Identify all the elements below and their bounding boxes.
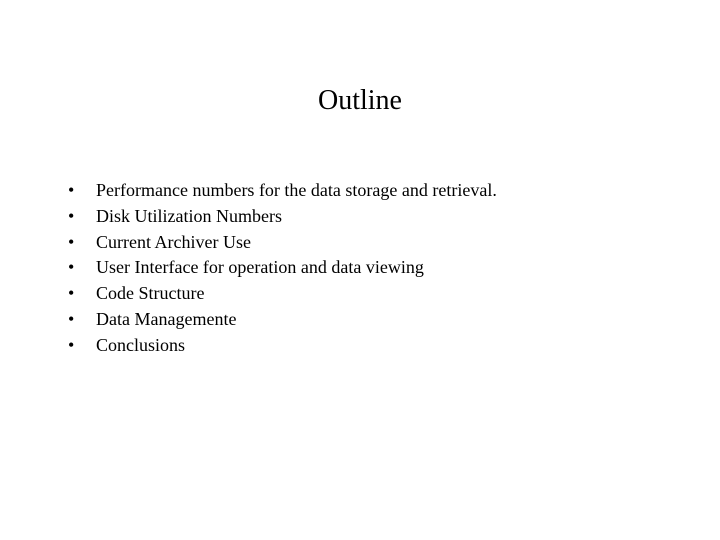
bullet-icon: • <box>68 256 96 280</box>
list-item: • Performance numbers for the data stora… <box>68 179 720 203</box>
list-item-text: Performance numbers for the data storage… <box>96 179 720 203</box>
list-item: • Code Structure <box>68 282 720 306</box>
list-item-text: Current Archiver Use <box>96 231 720 255</box>
bullet-icon: • <box>68 282 96 306</box>
list-item: • Disk Utilization Numbers <box>68 205 720 229</box>
list-item-text: User Interface for operation and data vi… <box>96 256 720 280</box>
list-item-text: Data Managemente <box>96 308 720 332</box>
list-item: • Data Managemente <box>68 308 720 332</box>
outline-list: • Performance numbers for the data stora… <box>0 179 720 357</box>
list-item: • Conclusions <box>68 334 720 358</box>
list-item-text: Conclusions <box>96 334 720 358</box>
list-item: • User Interface for operation and data … <box>68 256 720 280</box>
bullet-icon: • <box>68 334 96 358</box>
bullet-icon: • <box>68 179 96 203</box>
slide: Outline • Performance numbers for the da… <box>0 0 720 540</box>
bullet-icon: • <box>68 308 96 332</box>
list-item-text: Disk Utilization Numbers <box>96 205 720 229</box>
list-item-text: Code Structure <box>96 282 720 306</box>
list-item: • Current Archiver Use <box>68 231 720 255</box>
bullet-icon: • <box>68 231 96 255</box>
bullet-icon: • <box>68 205 96 229</box>
slide-title: Outline <box>0 85 720 117</box>
